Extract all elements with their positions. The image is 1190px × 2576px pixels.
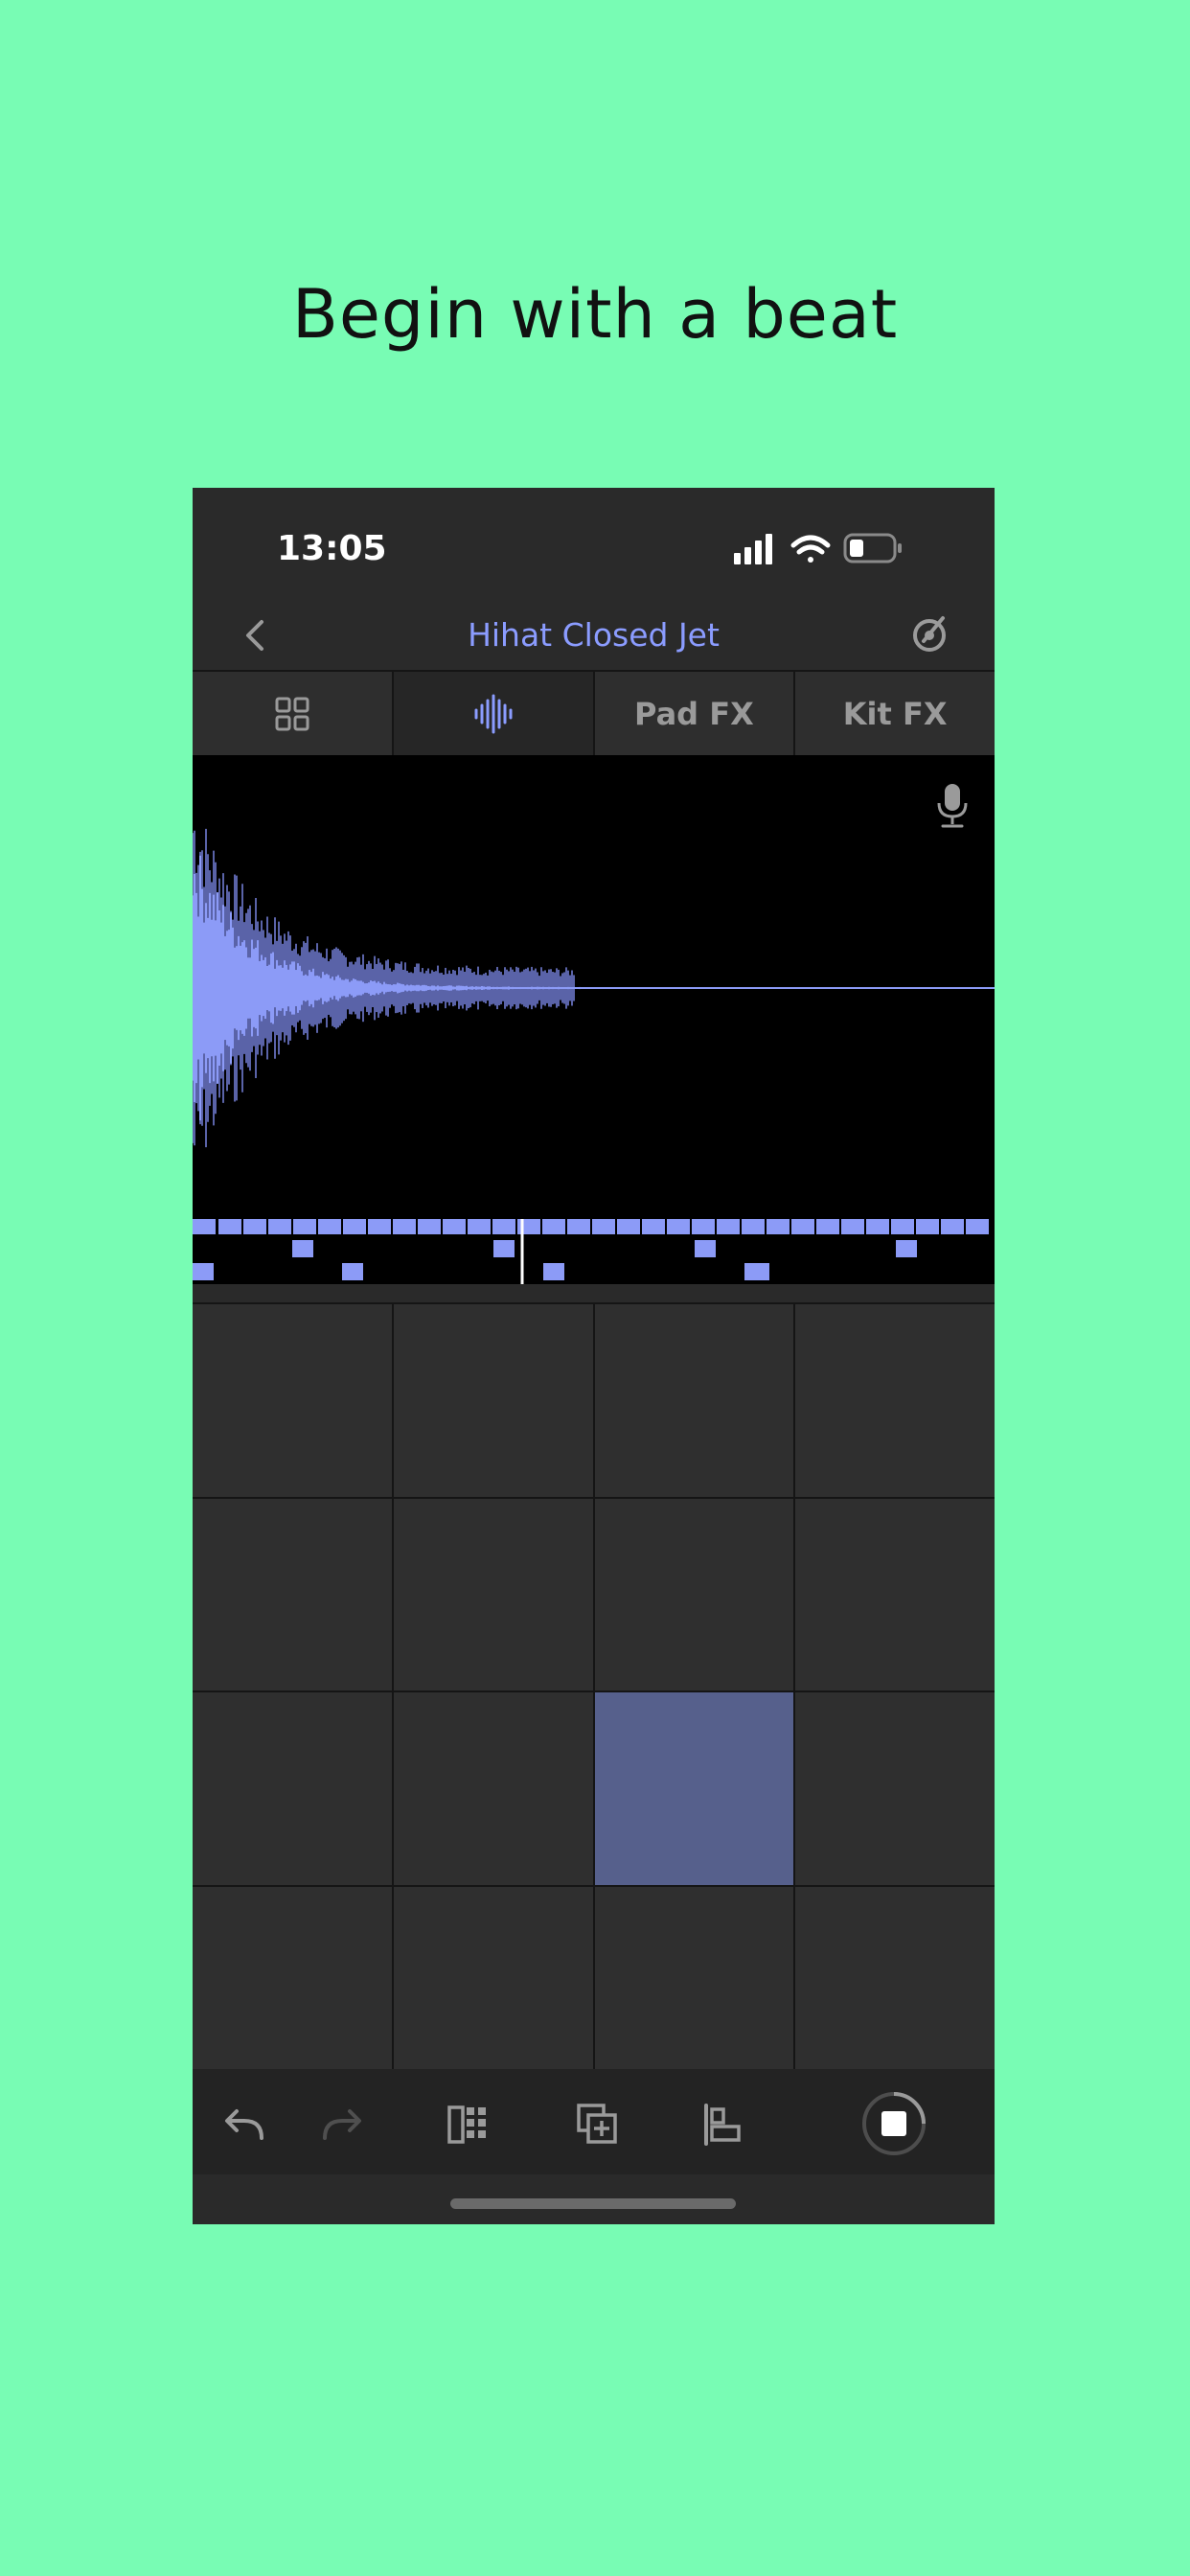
- slice-cell[interactable]: [866, 1219, 889, 1234]
- slice-cell[interactable]: [343, 1219, 366, 1234]
- slice-cell[interactable]: [841, 1219, 864, 1234]
- slice-cell[interactable]: [642, 1219, 665, 1234]
- phone-screen: 13:05 Hihat Closed Jet Pad FX Kit FX: [193, 488, 995, 2224]
- wifi-icon: [790, 535, 831, 563]
- slice-cell[interactable]: [617, 1219, 640, 1234]
- slice-cell[interactable]: [692, 1219, 715, 1234]
- pad-12[interactable]: [795, 1692, 995, 1885]
- slice-cell[interactable]: [667, 1219, 690, 1234]
- slice-cell[interactable]: [717, 1219, 740, 1234]
- pad-1[interactable]: [193, 1304, 392, 1497]
- slice-cell[interactable]: [966, 1219, 989, 1234]
- slice-marker[interactable]: [292, 1240, 313, 1257]
- slice-cell[interactable]: [193, 1219, 216, 1234]
- slice-cell[interactable]: [443, 1219, 466, 1234]
- tab-sample[interactable]: [393, 672, 595, 755]
- slice-cell[interactable]: [542, 1219, 565, 1234]
- pad-4[interactable]: [795, 1304, 995, 1497]
- slice-cell[interactable]: [268, 1219, 291, 1234]
- tab-pads[interactable]: [193, 672, 394, 755]
- tune-icon[interactable]: [904, 609, 954, 658]
- home-indicator: [450, 2198, 736, 2209]
- pad-15[interactable]: [594, 1886, 794, 2079]
- grid-icon: [275, 697, 309, 730]
- nav-title: Hihat Closed Jet: [468, 616, 720, 654]
- pad-7[interactable]: [594, 1498, 794, 1690]
- slice-cell[interactable]: [468, 1219, 491, 1234]
- battery-icon: [843, 533, 902, 564]
- slice-cell[interactable]: [941, 1219, 964, 1234]
- slice-cell[interactable]: [218, 1219, 241, 1234]
- signal-icon: [734, 534, 772, 564]
- waveform-display[interactable]: [193, 755, 995, 1215]
- slice-marker[interactable]: [543, 1263, 564, 1280]
- slice-cell[interactable]: [393, 1219, 416, 1234]
- slice-cell[interactable]: [767, 1219, 790, 1234]
- slice-cell[interactable]: [318, 1219, 341, 1234]
- pad-2[interactable]: [393, 1304, 593, 1497]
- status-bar: 13:05: [193, 488, 995, 593]
- slice-marker[interactable]: [744, 1263, 769, 1280]
- pad-5[interactable]: [193, 1498, 392, 1690]
- slice-cell[interactable]: [492, 1219, 515, 1234]
- slice-cell[interactable]: [916, 1219, 939, 1234]
- slice-cell[interactable]: [816, 1219, 839, 1234]
- undo-icon[interactable]: [219, 2100, 269, 2150]
- headline: Begin with a beat: [291, 275, 899, 354]
- stop-icon[interactable]: [860, 2090, 927, 2157]
- waveform-icon: [474, 694, 513, 733]
- pad-11[interactable]: [594, 1692, 794, 1885]
- slice-marker[interactable]: [896, 1240, 917, 1257]
- tab-pad-fx[interactable]: Pad FX: [594, 672, 796, 755]
- microphone-icon[interactable]: [931, 782, 973, 830]
- pad-6[interactable]: [393, 1498, 593, 1690]
- align-icon[interactable]: [698, 2100, 748, 2150]
- pad-13[interactable]: [193, 1886, 392, 2079]
- slice-cell[interactable]: [418, 1219, 441, 1234]
- slice-cell[interactable]: [592, 1219, 615, 1234]
- slice-cell[interactable]: [567, 1219, 590, 1234]
- slice-cell[interactable]: [791, 1219, 814, 1234]
- pattern-icon[interactable]: [444, 2100, 493, 2150]
- status-icons: [734, 533, 902, 564]
- slice-cell[interactable]: [368, 1219, 391, 1234]
- duplicate-icon[interactable]: [573, 2100, 623, 2150]
- redo-icon[interactable]: [317, 2100, 367, 2150]
- tab-bar: Pad FX Kit FX: [193, 670, 995, 757]
- slice-cell[interactable]: [742, 1219, 765, 1234]
- status-time: 13:05: [277, 529, 387, 568]
- back-chevron-icon[interactable]: [231, 610, 281, 660]
- slice-marker[interactable]: [695, 1240, 716, 1257]
- slice-marker[interactable]: [193, 1263, 214, 1280]
- nav-bar: Hihat Closed Jet: [193, 593, 995, 678]
- pad-grid: [193, 1302, 995, 2079]
- slice-cell[interactable]: [243, 1219, 266, 1234]
- bottom-toolbar: [193, 2069, 995, 2174]
- pad-16[interactable]: [795, 1886, 995, 2079]
- pad-14[interactable]: [393, 1886, 593, 2079]
- pad-9[interactable]: [193, 1692, 392, 1885]
- pad-8[interactable]: [795, 1498, 995, 1690]
- slice-markers[interactable]: [193, 1219, 995, 1284]
- slice-cell[interactable]: [293, 1219, 316, 1234]
- slice-cell[interactable]: [891, 1219, 914, 1234]
- slice-marker[interactable]: [493, 1240, 515, 1257]
- tab-kit-fx[interactable]: Kit FX: [795, 672, 995, 755]
- pad-10[interactable]: [393, 1692, 593, 1885]
- slice-marker[interactable]: [342, 1263, 363, 1280]
- waveform-panel[interactable]: [193, 755, 995, 1284]
- pad-3[interactable]: [594, 1304, 794, 1497]
